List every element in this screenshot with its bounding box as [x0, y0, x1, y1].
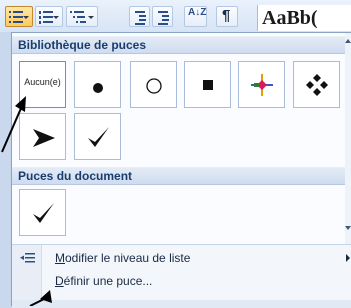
bullet-option-none[interactable]: Aucun(e): [19, 61, 66, 108]
document-section-header: Puces du document: [12, 167, 351, 185]
arrowhead-bullet-icon: [33, 129, 55, 147]
sort-icon: A↓Z: [188, 7, 207, 18]
diamond-cluster-bullet-icon: [306, 74, 328, 96]
library-section-header: Bibliothèque de puces: [12, 36, 351, 54]
show-formatting-icon: ¶: [222, 7, 231, 24]
bullet-option-square[interactable]: [184, 61, 231, 108]
bullet-menu: Modifier le niveau de liste Définir une …: [12, 244, 351, 308]
bullet-option-checkmark[interactable]: [74, 113, 121, 160]
gallery-scrollbar[interactable]: [345, 33, 351, 244]
chevron-right-icon: [346, 254, 350, 262]
list-level-icon: [20, 253, 35, 263]
decrease-indent-button[interactable]: [129, 6, 150, 27]
chevron-down-icon: [23, 16, 29, 19]
chevron-down-icon: [53, 16, 59, 19]
define-bullet-item[interactable]: Définir une puce...: [12, 270, 351, 292]
resize-grip: [12, 300, 351, 308]
bullet-option-filled-circle[interactable]: [74, 61, 121, 108]
colored-star-bullet-icon: [251, 74, 273, 96]
multilevel-list-button[interactable]: [66, 6, 98, 27]
decrease-indent-icon: [133, 9, 147, 25]
document-bullet-checkmark[interactable]: [19, 189, 66, 236]
square-bullet-icon: [203, 80, 213, 90]
checkmark-bullet-icon: [33, 203, 54, 223]
numbering-button[interactable]: [35, 6, 63, 27]
filled-circle-bullet-icon: [93, 83, 103, 93]
scroll-down-icon[interactable]: [345, 226, 351, 230]
show-formatting-button[interactable]: ¶: [216, 6, 238, 27]
change-list-level-item[interactable]: Modifier le niveau de liste: [12, 247, 351, 269]
scroll-up-icon[interactable]: [345, 39, 351, 43]
checkmark-bullet-icon: [88, 127, 109, 147]
bullet-option-arrowhead[interactable]: [19, 113, 66, 160]
none-label: Aucun(e): [24, 77, 61, 87]
multilevel-list-icon: [70, 9, 86, 25]
define-bullet-label: Définir une puce...: [55, 274, 153, 288]
bullets-list-icon: [9, 9, 23, 25]
change-list-level-label: Modifier le niveau de liste: [55, 251, 191, 265]
increase-indent-icon: [156, 9, 170, 25]
sort-button[interactable]: A↓Z: [184, 6, 207, 27]
numbering-icon: [39, 9, 53, 25]
bullet-option-hollow-circle[interactable]: [130, 61, 177, 108]
bullet-library-dropdown: Bibliothèque de puces Aucun(e) Puces du …: [11, 32, 351, 308]
ribbon-toolbar: A↓Z ¶ AaBb(: [0, 0, 351, 32]
increase-indent-button[interactable]: [152, 6, 173, 27]
hollow-circle-bullet-icon: [146, 78, 162, 94]
style-preview[interactable]: AaBb(: [257, 5, 351, 31]
bullets-button[interactable]: [5, 6, 33, 27]
bullet-option-diamond-cluster[interactable]: [293, 61, 340, 108]
chevron-down-icon: [88, 16, 94, 19]
bullet-option-colored-star[interactable]: [238, 61, 285, 108]
